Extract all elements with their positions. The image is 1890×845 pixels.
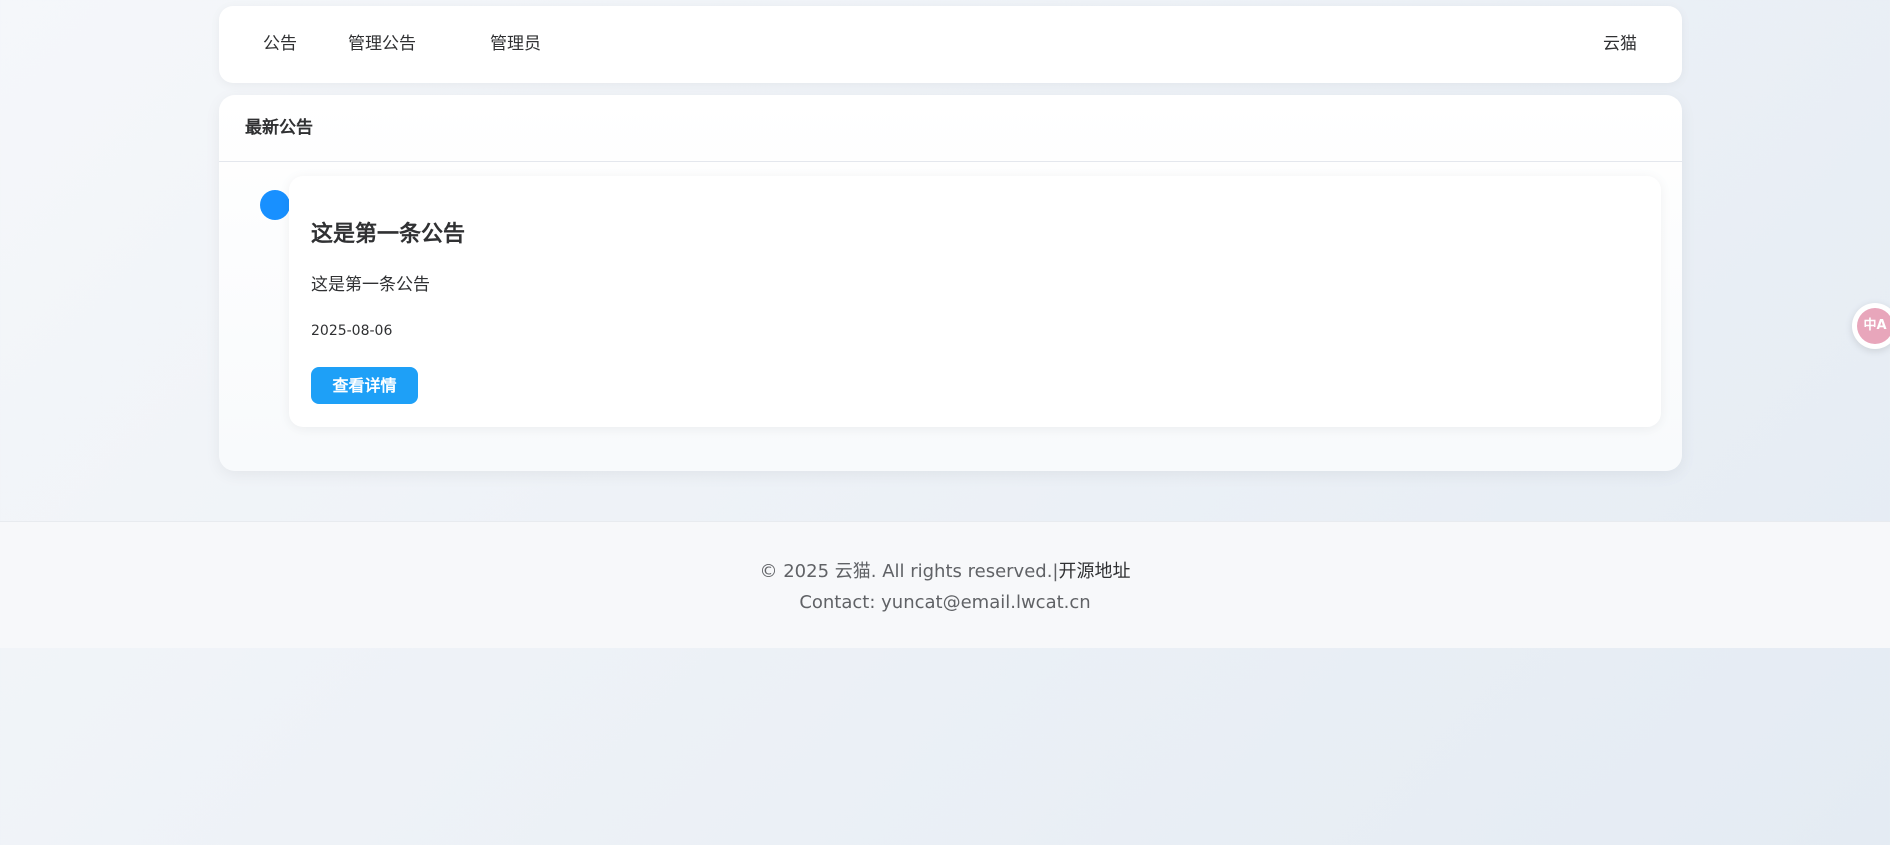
contact-text: Contact: yuncat@email.lwcat.cn [799, 592, 1091, 613]
translate-widget[interactable]: 中A [1852, 303, 1890, 349]
announcement-content: 这是第一条公告 [311, 275, 430, 295]
panel-title: 最新公告 [219, 95, 1682, 162]
footer: © 2025 云猫. All rights reserved.|开源地址 Con… [0, 521, 1890, 648]
source-code-link[interactable]: 开源地址 [1059, 561, 1131, 582]
footer-copyright-line: © 2025 云猫. All rights reserved.|开源地址 [0, 557, 1890, 583]
timeline-dot [260, 190, 290, 220]
announcement-card: 这是第一条公告 这是第一条公告 2025-08-06 查看详情 [289, 176, 1661, 427]
copyright-text: © 2025 云猫. All rights reserved.| [759, 561, 1059, 582]
latest-announcements-panel: 最新公告 这是第一条公告 这是第一条公告 2025-08-06 查看详情 [219, 95, 1682, 471]
nav-item-announcements[interactable]: 公告 [263, 6, 297, 83]
view-details-button[interactable]: 查看详情 [311, 367, 418, 404]
announcement-title: 这是第一条公告 [311, 222, 466, 247]
translate-icon: 中A [1857, 308, 1890, 344]
announcement-date: 2025-08-06 [311, 323, 393, 339]
nav-item-admins[interactable]: 管理员 [490, 6, 541, 83]
top-navigation: 公告 管理公告 管理员 云猫 [219, 6, 1682, 83]
user-menu[interactable]: 云猫 [1603, 6, 1637, 83]
nav-item-manage-announcements[interactable]: 管理公告 [348, 6, 416, 83]
